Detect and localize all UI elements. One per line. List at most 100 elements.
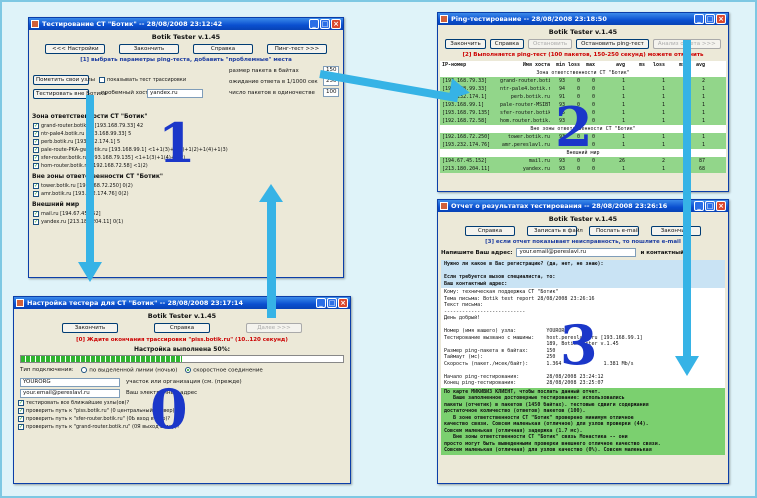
checkbox-label: yandex.ru [213.180.204.11] 0(1) <box>41 218 124 225</box>
table-cell: 93 <box>558 166 565 172</box>
finish-button[interactable]: Закончить <box>119 44 179 54</box>
extra-host-input[interactable]: yandex.ru <box>147 89 203 98</box>
checkbox-box: ✓ <box>33 130 39 137</box>
maximize-icon[interactable]: □ <box>705 201 715 211</box>
maximize-icon[interactable]: □ <box>327 298 337 308</box>
stop-button[interactable]: Остановить <box>527 39 573 49</box>
checkbox-label: amr.botik.ru [193.232.174.76] 0(2) <box>41 190 129 197</box>
finish-button[interactable]: Закончить <box>62 323 118 333</box>
table-header-cell: IP-номер <box>442 62 467 68</box>
table-cell: 1 <box>621 102 625 108</box>
table-cell: ntr-pale4.botik.ru <box>500 86 550 92</box>
zone-out-list: ✓ tower.botik.ru [192.168.72.250] 0(2) ✓ am… <box>29 182 343 197</box>
table-cell: yandex.ru <box>522 166 550 172</box>
table-cell: 0 <box>576 86 580 92</box>
mark-nodes-button[interactable]: Пометить свои узлы <box>33 75 95 85</box>
table-cell: 1 <box>661 78 665 84</box>
conn-option-broadband[interactable]: скоростное соединение <box>185 367 263 374</box>
checkbox-label: perb.botik.ru [193.232.174.1] 5 <box>41 138 121 145</box>
instruction-text: [1] выбрать параметры ping-теста, добави… <box>80 57 292 63</box>
extra-host-label: пробемный хост <box>101 90 149 96</box>
finish-button[interactable]: Закончить <box>651 226 701 236</box>
table-cell: 0 <box>576 166 580 172</box>
table-cell <box>625 117 645 125</box>
checkbox-box: ✓ <box>18 400 24 406</box>
table-cell <box>665 85 685 93</box>
table-header-cell: ms <box>678 62 685 68</box>
help-button[interactable]: Справка <box>154 323 210 333</box>
window-title: Настройка тестера для СТ "Ботик" -- 28/0… <box>27 299 243 307</box>
checkbox-box: ✓ <box>18 416 24 422</box>
titlebar[interactable]: Ping-тестирование -- 28/08/2008 23:18:50… <box>438 13 728 25</box>
table-cell: 1 <box>661 142 665 148</box>
help-button[interactable]: Справка <box>465 226 515 236</box>
table-cell: [193.232.174.76] <box>442 142 491 148</box>
radio-icon <box>81 367 88 373</box>
checkbox-row[interactable]: ✓ amr.botik.ru [193.232.174.76] 0(2) <box>33 190 339 197</box>
checkbox-box: ✓ <box>33 218 39 225</box>
maximize-icon[interactable]: □ <box>705 14 715 24</box>
table-cell <box>665 157 685 165</box>
table-cell <box>665 165 685 173</box>
help-button[interactable]: Справка <box>489 39 524 49</box>
email-label: Напишите Ваш адрес: <box>441 249 513 256</box>
help-button[interactable]: Справка <box>193 44 253 54</box>
progress-bar <box>20 355 344 363</box>
minimize-icon[interactable]: _ <box>316 298 326 308</box>
checkbox-label: проверить путь к "sfer-router.botik.ru" … <box>26 416 171 422</box>
close-icon[interactable]: × <box>331 19 341 29</box>
table-cell: [192.168.72.250] <box>442 134 491 140</box>
conn-option-leased[interactable]: по выделенной линии (ночью) <box>81 367 177 374</box>
close-icon[interactable]: × <box>716 14 726 24</box>
stop-ping-button[interactable]: Остановить ping-тест <box>576 39 649 49</box>
table-cell: mail.ru <box>528 158 550 164</box>
back-settings-button[interactable]: <<< Настройки <box>45 44 105 54</box>
checkbox-row[interactable]: ✓ tower.botik.ru [192.168.72.250] 0(2) <box>33 182 339 189</box>
checkbox-box: ✓ <box>18 408 24 414</box>
table-cell <box>625 93 645 101</box>
minimize-icon[interactable]: _ <box>309 19 319 29</box>
table-cell <box>625 141 645 149</box>
table-header-cell: loss <box>567 62 580 68</box>
table-cell: 1 <box>621 86 625 92</box>
table-cell: 1 <box>661 86 665 92</box>
send-email-button[interactable]: Послать e-mail <box>589 226 639 236</box>
app-icon <box>16 299 24 307</box>
checkbox-label: hom-router.botik.ru [192.168.72.58] <1(2… <box>41 162 148 169</box>
ping-test-button[interactable]: Пинг-тест >>> <box>267 44 327 54</box>
window-title: Отчет о результатах тестирования -- 28/0… <box>451 202 668 210</box>
test-outside-button[interactable]: Тестировать вне Ботика <box>33 89 107 99</box>
email-input[interactable]: your.email@pereslavl.ru <box>20 388 120 398</box>
table-cell: 1 <box>621 110 625 116</box>
table-cell <box>665 133 685 141</box>
minimize-icon[interactable]: _ <box>694 14 704 24</box>
checkbox-box: ✓ <box>33 122 39 129</box>
table-cell: 94 <box>558 86 565 92</box>
minimize-icon[interactable]: _ <box>694 201 704 211</box>
titlebar[interactable]: Настройка тестера для СТ "Ботик" -- 28/0… <box>14 297 350 309</box>
show-trace-checkbox[interactable]: показывать тест трассировки <box>99 76 186 83</box>
app-icon <box>440 15 448 23</box>
org-input[interactable]: YOURORG <box>20 377 120 387</box>
titlebar[interactable]: Тестирование СТ "Ботик" -- 28/08/2008 23… <box>29 18 343 30</box>
table-cell: 1 <box>661 134 665 140</box>
table-cell: perb.botik.ru <box>510 94 550 100</box>
table-cell: pale-router-MSIBT.gw <box>500 102 550 108</box>
report-line: Совсем маленькая (отличная) для узлов ка… <box>444 447 652 453</box>
param-input[interactable]: 100 <box>323 88 339 97</box>
table-cell: 0 <box>591 86 595 92</box>
finish-button[interactable]: Закончить <box>445 39 486 49</box>
app-heading: Botik Tester v.1.45 <box>548 28 618 36</box>
table-cell <box>625 133 645 141</box>
table-cell: [193.168.79.135] <box>442 110 491 116</box>
checkbox-row[interactable]: ✓ yandex.ru [213.180.204.11] 0(1) <box>33 218 339 225</box>
maximize-icon[interactable]: □ <box>320 19 330 29</box>
close-icon[interactable]: × <box>716 201 726 211</box>
save-file-button[interactable]: Записать в файл <box>527 226 583 236</box>
checkbox-row[interactable]: ✓ mail.ru [194.67.45.152] <box>33 210 339 217</box>
close-icon[interactable]: × <box>338 298 348 308</box>
next-button[interactable]: Далее >>> <box>246 323 302 333</box>
email-input[interactable]: your.email@pereslavl.ru <box>516 248 637 257</box>
app-icon <box>440 202 448 210</box>
checkbox-box: ✓ <box>33 162 39 169</box>
